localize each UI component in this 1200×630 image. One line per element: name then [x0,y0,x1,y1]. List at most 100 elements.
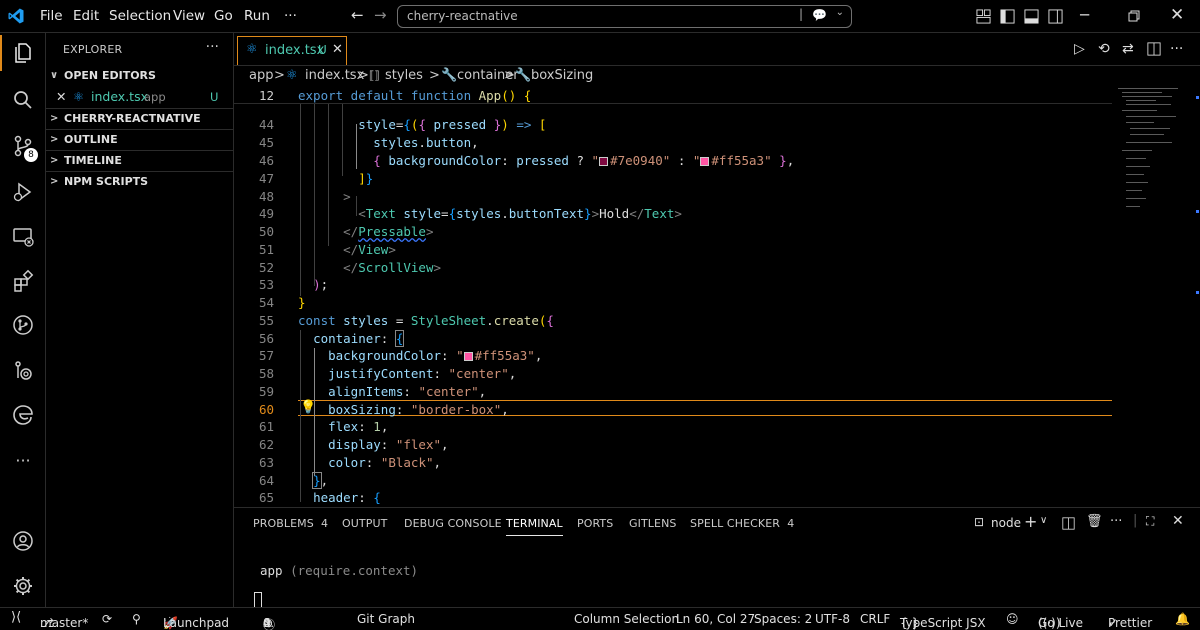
encoding-status[interactable]: UTF-8 [815,612,850,626]
more-actions-icon[interactable]: ··· [1110,514,1122,529]
notifications-icon[interactable]: 🔔 [1175,612,1190,626]
breadcrumb-symbol-boxsizing[interactable]: boxSizing [531,68,593,83]
minimap-line [1130,134,1164,135]
close-panel-icon[interactable]: ✕ [1172,513,1184,529]
account-icon [13,531,33,551]
toggle-sidebar-icon[interactable] [1000,9,1015,24]
code-editor[interactable]: 43 44 45 46 47 48 49 50 51 52 53 54 55 5… [234,86,1200,506]
menu-view[interactable]: View [173,8,205,24]
chevron-down-icon[interactable]: ∨ [1040,515,1047,526]
compare-changes-icon[interactable]: ⇄ [1122,41,1134,57]
section-label: OPEN EDITORS [64,69,156,82]
history-icon[interactable]: ⟲ [1098,41,1110,57]
section-project[interactable]: > CHERRY-REACTNATIVE [46,108,234,128]
sync-icon[interactable]: ⟳ [102,612,112,626]
scroll-marker [1196,210,1199,213]
line-number: 51 [258,242,274,257]
column-selection-status[interactable]: Column Selection [574,612,679,626]
remote-explorer-icon [13,228,34,247]
lightbulb-icon[interactable]: 💡 [300,400,316,415]
more-actions-icon[interactable]: ··· [1170,41,1183,57]
tab-problems[interactable]: PROBLEMS 4 [253,517,328,530]
tab-spell-checker[interactable]: SPELL CHECKER 4 [690,517,794,530]
remote-explorer-button[interactable] [0,217,46,257]
nav-back-icon[interactable]: ← [351,6,364,24]
cursor-position[interactable]: Ln 60, Col 27 [676,612,755,626]
close-window-icon[interactable]: ✕ [1170,5,1184,25]
minimap[interactable] [1114,86,1190,216]
maximize-panel-icon[interactable]: ⛶ [1146,514,1154,529]
menu-selection[interactable]: Selection [109,8,171,24]
menu-file[interactable]: File [40,8,63,24]
remote-indicator-icon[interactable]: ⟩⟨ [11,610,21,625]
toggle-panel-icon[interactable] [1024,9,1039,24]
search-button[interactable] [0,80,46,120]
explorer-button[interactable] [0,33,46,73]
breadcrumb-file[interactable]: index.tsx [305,68,364,83]
tab-index-tsx[interactable]: ⚛ index.tsx U ✕ [237,36,347,65]
extensions-button[interactable] [0,261,46,301]
copilot-chat-icon[interactable]: 💬 [812,8,827,22]
run-debug-button[interactable] [0,172,46,212]
terminal[interactable]: app (require.context) [234,539,1200,608]
tab-ports[interactable]: PORTS [577,517,613,530]
eol-status[interactable]: CRLF [860,612,890,626]
split-terminal-icon[interactable] [1062,517,1075,530]
close-tab-icon[interactable]: ✕ [332,42,343,57]
copilot-icon[interactable]: ☺ [1006,612,1019,626]
indentation-status[interactable]: Spaces: 2 [754,612,812,626]
nav-forward-icon[interactable]: → [374,6,387,24]
settings-button[interactable] [0,566,46,606]
command-center-search[interactable]: cherry-reactnative | 💬 ⌄ [397,5,852,28]
menu-more[interactable]: ··· [284,8,297,24]
color-swatch[interactable] [700,157,710,166]
trash-icon[interactable]: 🗑 [1086,514,1103,529]
scroll-marker [1196,96,1199,99]
new-terminal-icon[interactable]: + [1024,512,1037,531]
section-npm-scripts[interactable]: > NPM SCRIPTS [46,171,234,191]
code-line-current: boxSizing: "border-box", [328,402,509,417]
vscode-logo-icon [8,8,24,24]
color-swatch[interactable] [463,352,473,361]
minimize-icon[interactable]: ─ [1080,6,1089,24]
sticky-scroll-header[interactable]: 12 export default function App() { [234,86,1112,104]
breadcrumb-folder[interactable]: app [249,68,273,83]
terminal-name[interactable]: node [991,516,1021,530]
tab-gitlens[interactable]: GITLENS [629,517,676,530]
edge-devtools-button[interactable] [0,395,46,435]
menu-edit[interactable]: Edit [73,8,99,24]
minimap-line [1126,158,1146,159]
run-icon[interactable]: ▷ [1074,41,1085,57]
menu-go[interactable]: Go [214,8,233,24]
tab-output[interactable]: OUTPUT [342,517,387,530]
section-timeline[interactable]: > TIMELINE [46,150,234,170]
accounts-button[interactable] [0,521,46,561]
tab-terminal[interactable]: TERMINAL [506,517,563,536]
more-views-icon[interactable]: ··· [0,440,46,480]
open-editor-item[interactable]: ✕ ⚛ index.tsx app U [46,87,234,107]
gitlens-button[interactable] [0,351,46,391]
chevron-down-icon[interactable]: ⌄ [836,7,844,18]
toggle-secondary-sidebar-icon[interactable] [1048,9,1063,24]
section-outline[interactable]: > OUTLINE [46,129,234,149]
color-swatch[interactable] [599,157,609,166]
git-graph-button[interactable] [0,305,46,345]
git-graph-icon [13,315,33,335]
gitlens-status-icon[interactable]: ⚲ [132,612,141,626]
tab-debug-console[interactable]: DEBUG CONSOLE [404,517,502,530]
code-line: ]} [358,171,374,186]
minimap-line [1126,116,1176,117]
section-open-editors[interactable]: ∨ OPEN EDITORS [46,66,234,86]
git-graph-status[interactable]: Git Graph [357,612,415,626]
breadcrumb-symbol-styles[interactable]: styles [385,68,423,83]
customize-layout-icon[interactable] [976,9,991,24]
chevron-down-icon: ∨ [50,70,59,81]
react-file-icon: ⚛ [286,68,298,83]
menu-run[interactable]: Run [244,8,270,24]
split-editor-icon[interactable] [1147,42,1161,56]
source-control-button[interactable]: 8 [0,126,46,166]
sidebar-more-button[interactable]: ··· [206,39,219,55]
close-icon[interactable]: ✕ [56,87,66,107]
chevron-right-icon: > [429,68,440,83]
restore-icon[interactable] [1128,10,1140,22]
